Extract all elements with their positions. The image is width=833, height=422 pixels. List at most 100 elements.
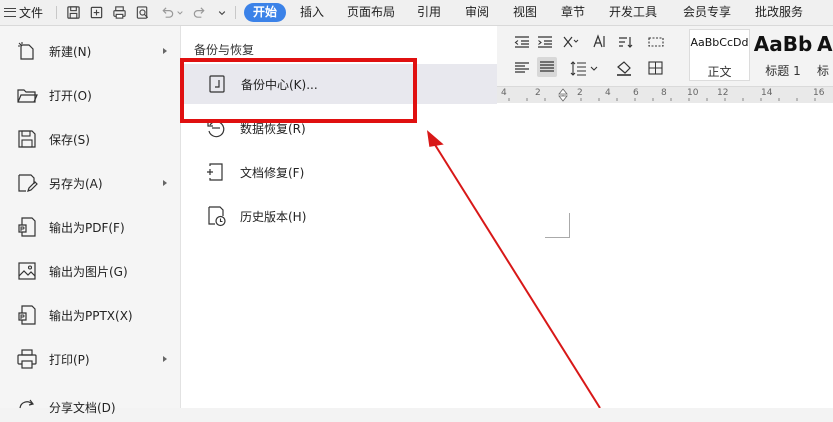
redo-icon[interactable]: [192, 5, 207, 20]
tab-developer[interactable]: 开发工具: [609, 0, 657, 25]
toolbar-divider: [235, 6, 236, 19]
undo-dropdown-icon[interactable]: [176, 5, 184, 20]
sort-icon[interactable]: [617, 33, 635, 51]
horizontal-ruler[interactable]: 4 2 2 4 6 8 10 12 14 16: [497, 86, 833, 104]
customize-toolbar-icon[interactable]: [217, 5, 227, 20]
style-sample: AaBbCcDd: [690, 36, 749, 49]
increase-indent-icon[interactable]: [536, 33, 554, 51]
file-menu-panel: 新建(N) 打开(O) 保存(S) 另存为(A) 输出为PDF(F) 输出为图片…: [0, 26, 181, 415]
undo-icon[interactable]: [160, 5, 175, 20]
style-name: 正文: [707, 65, 732, 79]
line-spacing-dropdown-icon[interactable]: [589, 59, 599, 77]
new-file-icon: [16, 40, 38, 62]
menu-item-export-pdf[interactable]: 输出为PDF(F): [0, 212, 180, 242]
ruler-number: 14: [761, 88, 773, 98]
style-heading-1[interactable]: AaBb 标题 1: [752, 29, 814, 81]
menu-item-share[interactable]: 分享文档(D): [0, 392, 180, 422]
menu-item-label: 打开(O): [49, 88, 92, 103]
ruler-number: 12: [717, 88, 729, 98]
folder-open-icon: [16, 84, 38, 106]
shading-icon[interactable]: [615, 59, 633, 77]
ruler-number: 2: [535, 88, 541, 98]
menu-item-label: 输出为PPTX(X): [49, 308, 133, 323]
ruler-number: 2: [577, 88, 583, 98]
document-repair-icon: [205, 161, 227, 183]
menu-item-label: 另存为(A): [49, 176, 103, 191]
tab-references[interactable]: 引用: [417, 0, 441, 25]
data-recovery-icon: [205, 117, 227, 139]
menu-item-new[interactable]: 新建(N): [0, 36, 180, 66]
document-page[interactable]: [497, 103, 833, 408]
menu-item-label: 保存(S): [49, 132, 90, 147]
margin-corner-mark: [545, 213, 570, 238]
export-pdf-icon: [16, 216, 38, 238]
text-direction-icon[interactable]: [591, 33, 609, 51]
chinese-layout-icon[interactable]: [561, 33, 579, 51]
alignment-toolbar-row: [497, 56, 687, 80]
tab-member[interactable]: 会员专享: [683, 0, 731, 25]
tab-view[interactable]: 视图: [513, 0, 537, 25]
backup-center-icon: [206, 73, 228, 95]
submenu-item-history-version[interactable]: 历史版本(H): [181, 196, 497, 236]
submenu-item-backup-center[interactable]: 备份中心(K)...: [182, 64, 497, 104]
menu-item-label: 新建(N): [49, 44, 92, 59]
ruler-number: 4: [501, 88, 507, 98]
menu-item-save[interactable]: 保存(S): [0, 124, 180, 154]
share-icon: [16, 396, 38, 418]
save-as-icon: [16, 172, 38, 194]
menu-item-label: 分享文档(D): [49, 400, 116, 415]
submenu-item-label: 文档修复(F): [240, 166, 305, 180]
ruler-number: 6: [633, 88, 639, 98]
menu-bar: 文件 开始 插入 页面布局 引用 审阅 视图 章节 开发工具 会员专享 批改服务: [0, 0, 833, 26]
justify-icon[interactable]: [537, 57, 557, 77]
tab-insert[interactable]: 插入: [300, 0, 324, 25]
tab-home[interactable]: 开始: [244, 3, 287, 22]
ruler-number: 16: [813, 88, 825, 98]
print-icon: [16, 348, 38, 370]
backup-recovery-submenu: 备份与恢复 备份中心(K)... 数据恢复(R) 文档修复(F) 历史版本(H): [181, 26, 497, 408]
submenu-item-document-repair[interactable]: 文档修复(F): [181, 152, 497, 192]
hamburger-icon: [4, 7, 16, 17]
submenu-item-label: 历史版本(H): [240, 210, 307, 224]
ruler-number: 4: [605, 88, 611, 98]
file-menu-button[interactable]: 文件: [4, 3, 43, 21]
decrease-indent-icon[interactable]: [513, 33, 531, 51]
borders-icon[interactable]: [647, 59, 665, 77]
menu-item-save-as[interactable]: 另存为(A): [0, 168, 180, 198]
show-marks-icon[interactable]: [647, 33, 665, 51]
submenu-arrow-icon: [163, 180, 167, 186]
submenu-arrow-icon: [163, 48, 167, 54]
print-icon[interactable]: [112, 5, 127, 20]
menu-item-label: 输出为图片(G): [49, 264, 128, 279]
ruler-number: 10: [687, 88, 699, 98]
submenu-arrow-icon: [163, 356, 167, 362]
tab-page-layout[interactable]: 页面布局: [347, 0, 395, 25]
ruler-number: 8: [661, 88, 667, 98]
export-icon[interactable]: [89, 5, 104, 20]
submenu-item-label: 备份中心(K)...: [241, 78, 318, 92]
align-left-icon[interactable]: [513, 59, 531, 77]
paragraph-toolbar-row: [497, 30, 687, 54]
export-image-icon: [16, 260, 38, 282]
menu-item-export-pptx[interactable]: 输出为PPTX(X): [0, 300, 180, 330]
menu-item-label: 打印(P): [49, 352, 90, 367]
document-area: AaBbCcDd 正文 AaBb 标题 1 A 标 4 2 2 4 6 8 10…: [497, 26, 833, 408]
style-normal[interactable]: AaBbCcDd 正文: [689, 29, 750, 81]
menu-item-print[interactable]: 打印(P): [0, 344, 180, 374]
print-preview-icon[interactable]: [135, 5, 150, 20]
submenu-item-data-recovery[interactable]: 数据恢复(R): [181, 108, 497, 148]
tab-correction-service[interactable]: 批改服务: [755, 0, 803, 25]
submenu-item-label: 数据恢复(R): [240, 122, 306, 136]
line-spacing-icon[interactable]: [569, 59, 587, 77]
file-menu-label: 文件: [19, 5, 44, 20]
tab-review[interactable]: 审阅: [465, 0, 489, 25]
style-name: 标: [817, 64, 830, 78]
tab-chapter[interactable]: 章节: [561, 0, 585, 25]
style-name: 标题 1: [765, 64, 801, 78]
menu-item-open[interactable]: 打开(O): [0, 80, 180, 110]
toolbar-divider: [56, 6, 57, 19]
menu-item-label: 输出为PDF(F): [49, 220, 125, 235]
save-icon[interactable]: [66, 5, 81, 20]
style-heading-2[interactable]: A 标: [817, 29, 833, 81]
menu-item-export-image[interactable]: 输出为图片(G): [0, 256, 180, 286]
